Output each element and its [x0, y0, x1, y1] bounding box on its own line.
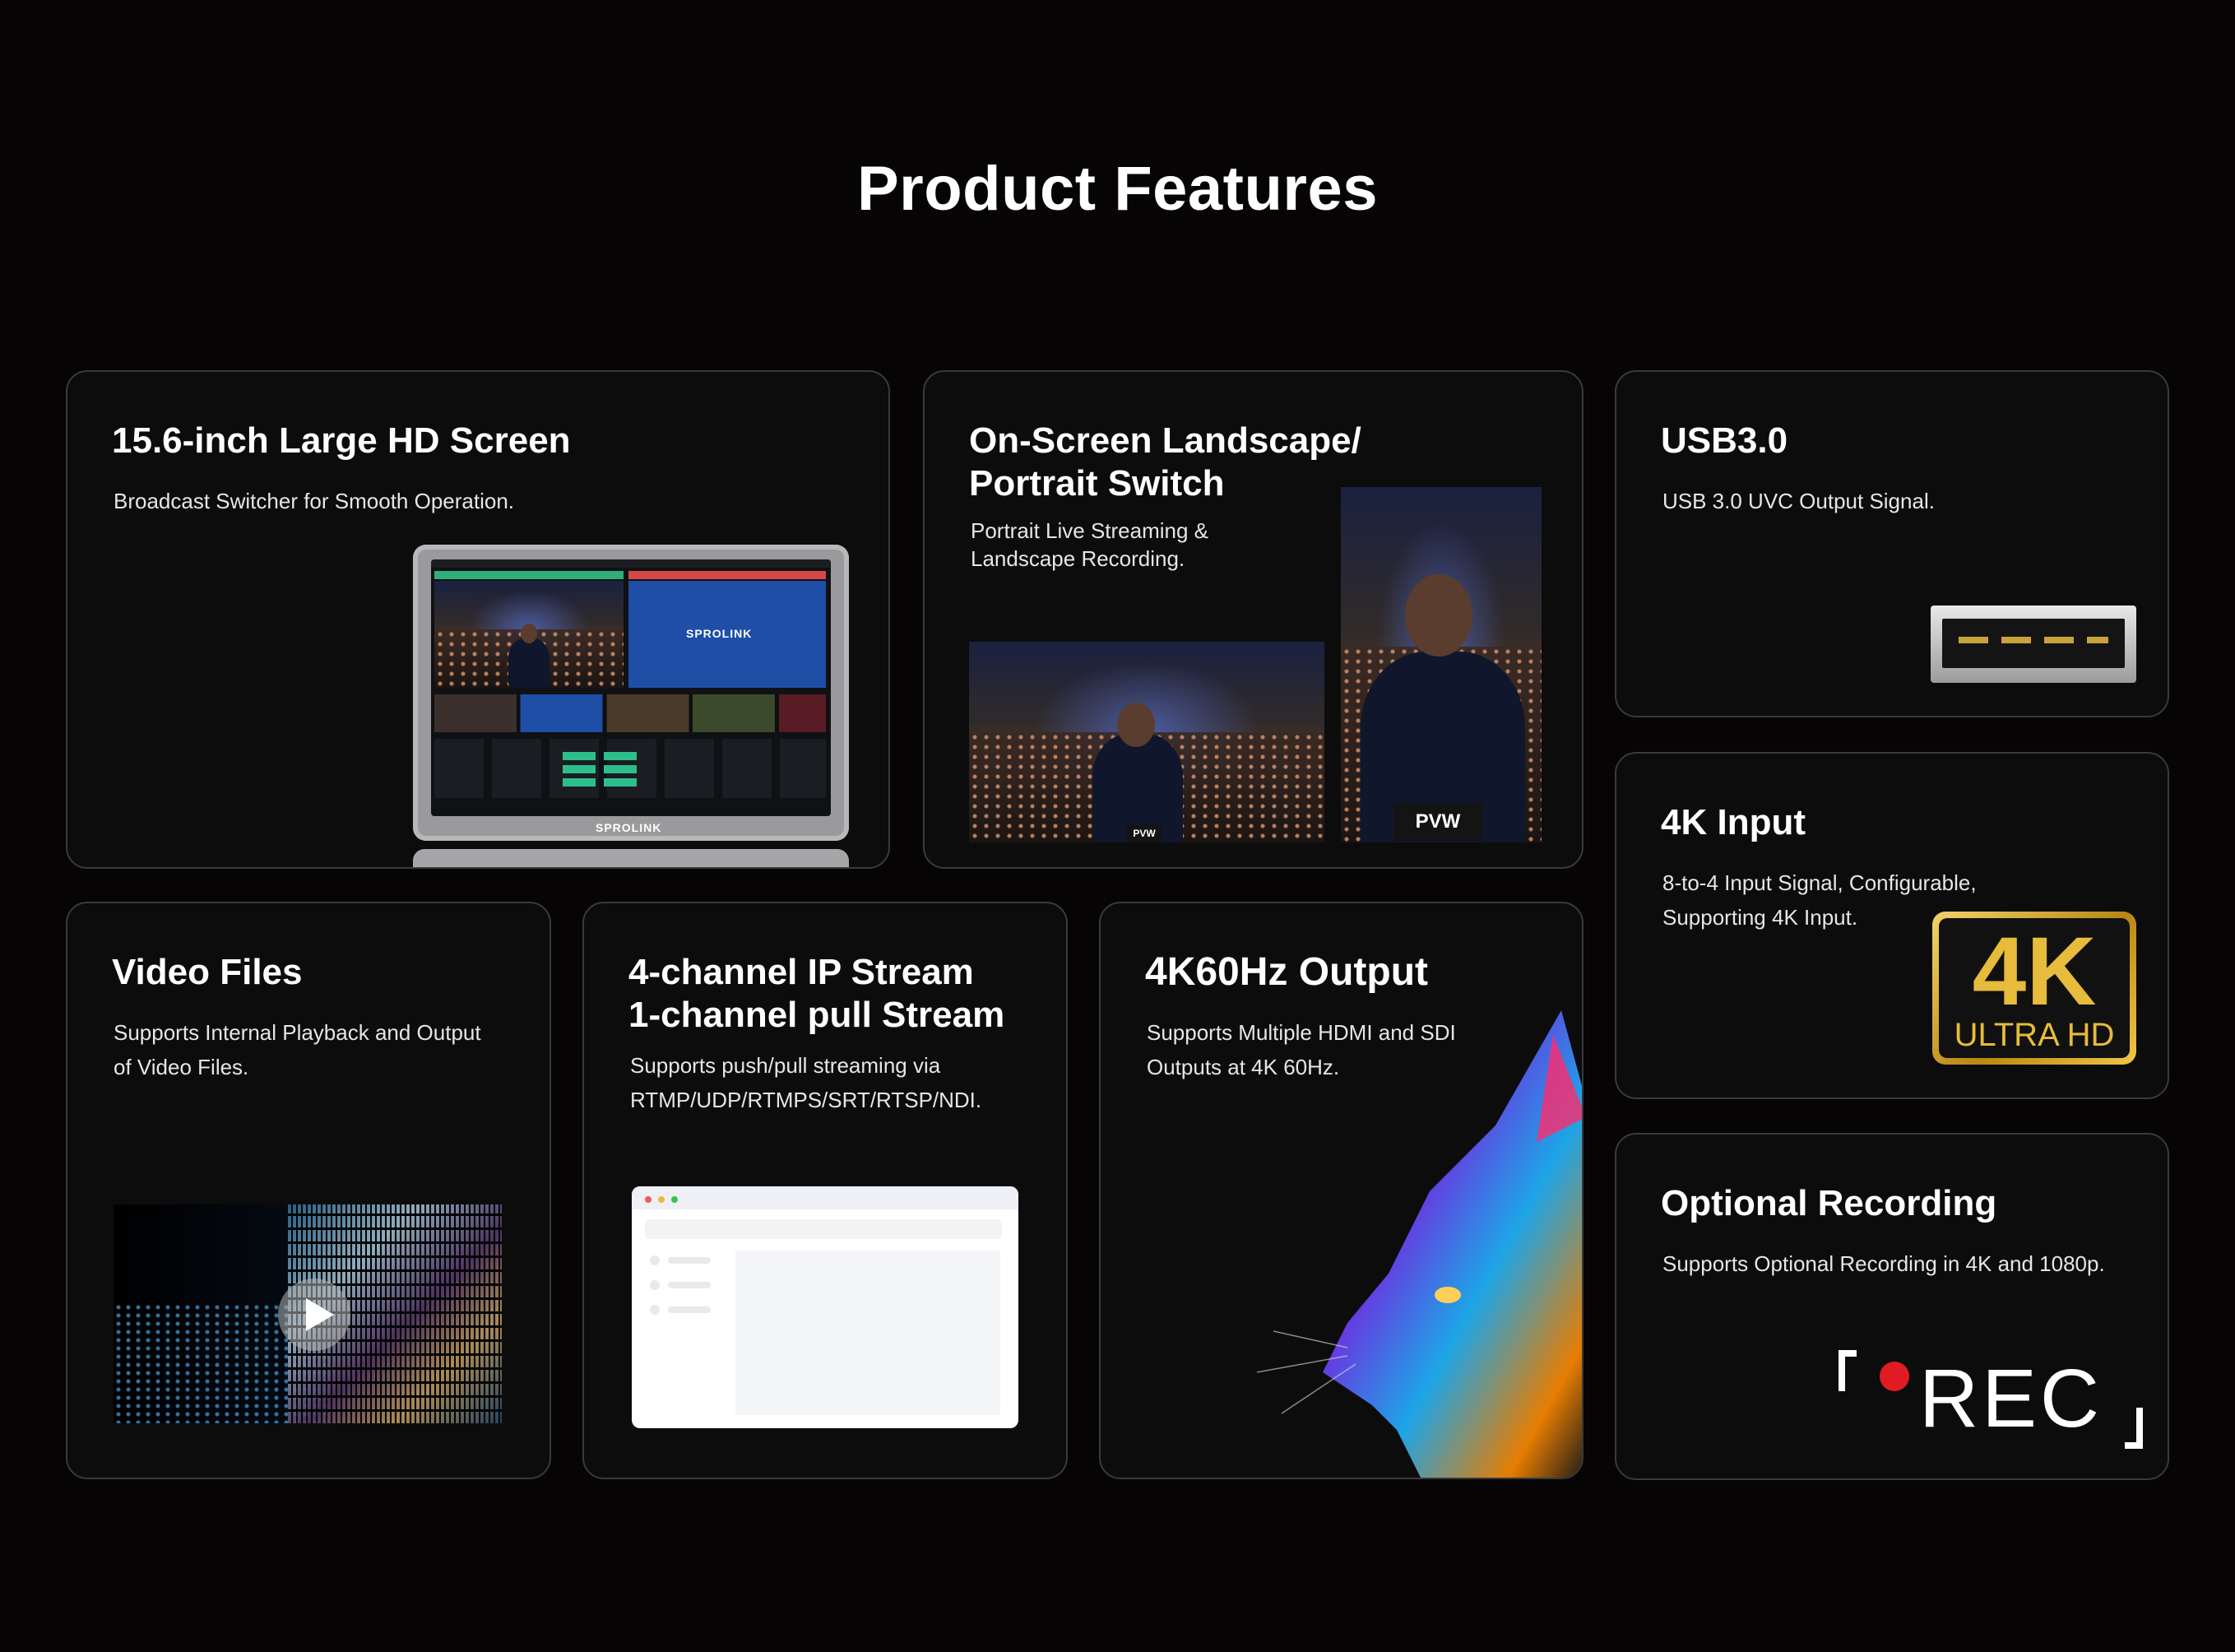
- card-title: 4K60Hz Output: [1145, 950, 1429, 994]
- badge-ultra-hd-text: ULTRA HD: [1954, 1017, 2115, 1053]
- window-minimize-dot: [658, 1196, 665, 1203]
- device-body: SPROLINK SPROLINK: [413, 545, 849, 841]
- feature-card-recording: Optional Recording Supports Optional Rec…: [1615, 1133, 2169, 1480]
- card-desc-line: Supports Internal Playback and Output: [114, 1020, 481, 1045]
- card-title-line: 1-channel pull Stream: [628, 995, 1005, 1035]
- card-title-line: Portrait Switch: [969, 463, 1225, 503]
- card-title: On-Screen Landscape/ Portrait Switch: [969, 420, 1361, 505]
- card-desc: Supports push/pull streaming via RTMP/UD…: [630, 1048, 981, 1117]
- card-desc: 8-to-4 Input Signal, Configurable, Suppo…: [1662, 865, 1977, 935]
- card-desc-line: Outputs at 4K 60Hz.: [1147, 1055, 1340, 1079]
- browser-content-panel: [735, 1251, 1000, 1415]
- play-icon: [278, 1278, 350, 1351]
- card-desc-line: Landscape Recording.: [971, 546, 1185, 571]
- browser-window-mockup: [632, 1186, 1018, 1428]
- card-desc-line: Supporting 4K Input.: [1662, 905, 1858, 930]
- card-desc-line: Portrait Live Streaming &: [971, 518, 1209, 543]
- portrait-speaker-photo: PVW: [1341, 487, 1542, 842]
- feature-card-screen: 15.6-inch Large HD Screen Broadcast Swit…: [66, 370, 890, 869]
- card-desc: Supports Multiple HDMI and SDI Outputs a…: [1147, 1015, 1456, 1084]
- switcher-device-image: SPROLINK SPROLINK: [413, 545, 849, 867]
- card-title: USB3.0: [1661, 420, 1788, 461]
- feature-card-orientation: On-Screen Landscape/ Portrait Switch Por…: [923, 370, 1584, 869]
- card-desc-line: 8-to-4 Input Signal, Configurable,: [1662, 870, 1977, 895]
- card-desc: Supports Optional Recording in 4K and 10…: [1662, 1251, 2105, 1276]
- feature-card-usb: USB3.0 USB 3.0 UVC Output Signal.: [1615, 370, 2169, 717]
- feature-card-4k-input: 4K Input 8-to-4 Input Signal, Configurab…: [1615, 752, 2169, 1099]
- feature-card-4k60-output: 4K60Hz Output Supports Multiple HDMI and…: [1099, 902, 1584, 1479]
- badge-4k-text: 4K: [1972, 917, 2097, 1026]
- card-desc-line: Supports push/pull streaming via: [630, 1053, 941, 1078]
- record-dot: [1880, 1362, 1909, 1391]
- feature-card-ip-stream: 4-channel IP Stream 1-channel pull Strea…: [582, 902, 1068, 1479]
- card-title: 4-channel IP Stream 1-channel pull Strea…: [628, 951, 1004, 1037]
- pvw-label: PVW: [1393, 803, 1482, 841]
- card-title-line: On-Screen Landscape/: [969, 420, 1361, 461]
- video-wall-image: [114, 1204, 502, 1423]
- rec-label: REC: [1919, 1353, 2103, 1445]
- card-desc-line: RTMP/UDP/RTMPS/SRT/RTSP/NDI.: [630, 1088, 982, 1112]
- card-title: Optional Recording: [1661, 1183, 1997, 1223]
- device-screen: SPROLINK: [431, 559, 831, 816]
- card-desc-line: of Video Files.: [114, 1055, 249, 1079]
- card-title: Video Files: [112, 952, 303, 992]
- card-title: 15.6-inch Large HD Screen: [112, 420, 571, 461]
- card-desc-line: Supports Multiple HDMI and SDI: [1147, 1020, 1456, 1045]
- record-icon: REC: [1839, 1350, 2143, 1449]
- card-desc: USB 3.0 UVC Output Signal.: [1662, 489, 1935, 513]
- window-maximize-dot: [671, 1196, 678, 1203]
- card-title: 4K Input: [1661, 802, 1806, 842]
- device-brand-logo: SPROLINK: [596, 821, 662, 834]
- usb-port-icon: [1931, 606, 2136, 683]
- browser-address-bar: [645, 1219, 1002, 1239]
- card-desc: Portrait Live Streaming & Landscape Reco…: [971, 517, 1208, 573]
- pvw-label: PVW: [1127, 824, 1162, 842]
- window-close-dot: [645, 1196, 651, 1203]
- card-desc: Broadcast Switcher for Smooth Operation.: [114, 489, 515, 513]
- card-title-line: 4-channel IP Stream: [628, 952, 974, 992]
- landscape-speaker-photo: PVW: [969, 642, 1324, 842]
- feature-card-video-files: Video Files Supports Internal Playback a…: [66, 902, 551, 1479]
- page-title: Product Features: [856, 154, 1379, 224]
- device-stand: [413, 849, 849, 867]
- card-desc: Supports Internal Playback and Output of…: [114, 1015, 481, 1084]
- browser-titlebar: [632, 1186, 1018, 1209]
- screen-brand-logo: SPROLINK: [686, 627, 753, 640]
